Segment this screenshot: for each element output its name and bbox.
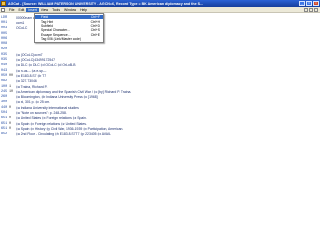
marc-tag: 440 bbox=[1, 105, 8, 110]
marc-tag: 043 bbox=[1, 68, 8, 73]
marc-field-value[interactable]: ‡a E183.8.S7 ‡b T7 bbox=[16, 74, 46, 78]
marc-field-value[interactable]: ‡a "Note on sources": p. 248-258. bbox=[16, 111, 67, 115]
marc-field-row[interactable]: 852 ‡a 2nd Floor - Circulating ‡h E183.8.… bbox=[0, 132, 320, 137]
insert-menu-item-shortcut: Ctrl+S bbox=[90, 28, 100, 33]
insert-menu-item-label: Tag Hint bbox=[41, 19, 54, 24]
window-title: AGCat - [Source: WILLIAM PATERSON UNIVER… bbox=[8, 1, 203, 6]
marc-field-value[interactable]: ‡a Indiana University international stud… bbox=[16, 106, 79, 110]
marc-tag: 651 bbox=[1, 116, 8, 121]
marc-tag: 651 bbox=[1, 121, 8, 126]
marc-field-value[interactable]: ‡a (OCoLC)43499172547 bbox=[16, 58, 55, 62]
marc-field-value[interactable]: ‡a (OCoLC)ocm7 bbox=[16, 53, 43, 57]
insert-menu-dropdown: Field Ctrl+F Tag Hint Ctrl+H Subfield Ctrl+D S… bbox=[34, 13, 104, 44]
doc-restore-button[interactable] bbox=[309, 7, 313, 12]
maximize-button[interactable]: □ bbox=[306, 1, 312, 6]
marc-tag: 100 bbox=[1, 84, 8, 89]
document-icon[interactable] bbox=[1, 7, 5, 12]
marc-field-value[interactable]: ‡a n-us--- ‡a e-sp--- bbox=[16, 69, 46, 73]
insert-menu-item-label: Tag 006 (Link/Master code) bbox=[41, 37, 81, 42]
marc-field-value[interactable]: ‡a United States ‡x Foreign relations ‡z… bbox=[16, 116, 87, 120]
marc-tag: 003 bbox=[1, 26, 8, 31]
marc-tag: 504 bbox=[1, 110, 8, 115]
marc-tag: 245 bbox=[1, 89, 8, 94]
title-bar: AGCat - [Source: WILLIAM PATERSON UNIVER… bbox=[0, 0, 320, 7]
marc-field-value[interactable]: OCoLC bbox=[16, 26, 27, 30]
marc-indicators: 0 bbox=[9, 126, 12, 131]
app-icon bbox=[1, 1, 6, 6]
insert-menu-item[interactable]: Tag 006 (Link/Master code) bbox=[35, 37, 103, 41]
window-controls: _ □ × bbox=[299, 1, 319, 6]
marc-field-value[interactable]: ‡a Spain ‡x Foreign relations ‡z United … bbox=[16, 122, 87, 126]
document-window-controls bbox=[304, 7, 318, 12]
marc-indicators: 0 bbox=[9, 116, 12, 121]
menu-tools[interactable]: Tools bbox=[50, 8, 62, 12]
doc-close-button[interactable] bbox=[314, 7, 318, 12]
marc-tag: 651 bbox=[1, 126, 8, 131]
marc-field-value[interactable]: ‡a 327.73046 bbox=[16, 79, 37, 83]
insert-menu-item-label: Escape Sequence... bbox=[41, 32, 71, 37]
minimize-button[interactable]: _ bbox=[299, 1, 305, 6]
menu-window[interactable]: Window bbox=[62, 8, 78, 12]
insert-menu-item-label: Special Character... bbox=[41, 28, 70, 33]
marc-record-editor[interactable]: LDR00000nam a2200000 a 4500001ocm1003OCo… bbox=[0, 13, 320, 240]
marc-tag: 040 bbox=[1, 63, 8, 68]
menu-view[interactable]: View bbox=[39, 8, 50, 12]
insert-menu-item-shortcut: Ctrl+F bbox=[90, 15, 100, 20]
marc-field-value[interactable]: ‡a DLC ‡c DLC ‡d OCoLC ‡d OrLoB-B bbox=[16, 63, 76, 67]
insert-menu-item-shortcut: Ctrl+D bbox=[90, 23, 100, 28]
marc-tag: 035 bbox=[1, 52, 8, 57]
menu-insert[interactable]: Insert bbox=[26, 7, 39, 12]
marc-field-value[interactable]: ‡a American diplomacy and the Spanish Ci… bbox=[16, 90, 131, 94]
marc-tag: 008 bbox=[1, 42, 8, 47]
menu-file[interactable]: File bbox=[7, 8, 16, 12]
marc-indicators: 00 bbox=[9, 73, 14, 78]
marc-tag: 020 bbox=[1, 47, 8, 52]
doc-minimize-button[interactable] bbox=[304, 7, 308, 12]
marc-indicators: 10 bbox=[9, 89, 14, 94]
marc-field-value[interactable]: ‡a 2nd Floor - Circulating ‡h E183.8.S7T… bbox=[16, 132, 111, 136]
marc-field-value[interactable]: ocm1 bbox=[16, 21, 24, 25]
close-button[interactable]: × bbox=[313, 1, 319, 6]
marc-field-value[interactable]: ‡a xi, 301 p. ‡c 25 cm. bbox=[16, 100, 50, 104]
marc-field-value[interactable]: ‡a Spain ‡x History ‡y Civil War, 1936-1… bbox=[16, 127, 123, 131]
marc-indicators: 0 bbox=[9, 105, 12, 110]
insert-menu-item-shortcut: Ctrl+H bbox=[90, 19, 100, 24]
marc-tag: LDR bbox=[1, 15, 8, 20]
marc-field-value[interactable]: ‡a Traina, Richard P. bbox=[16, 85, 47, 89]
marc-tag: 852 bbox=[1, 132, 8, 137]
marc-tag: 005 bbox=[1, 31, 8, 36]
menu-help[interactable]: Help bbox=[78, 8, 89, 12]
marc-indicators: 1 bbox=[9, 84, 12, 89]
menu-edit[interactable]: Edit bbox=[16, 8, 26, 12]
marc-tag: 082 bbox=[1, 79, 8, 84]
marc-tag: 260 bbox=[1, 95, 8, 100]
insert-menu-item-label: Field bbox=[41, 15, 49, 20]
marc-tag: 300 bbox=[1, 100, 8, 105]
marc-tag: 050 bbox=[1, 73, 8, 78]
insert-menu-item-shortcut: Ctrl+E bbox=[90, 32, 100, 37]
insert-menu-item-label: Subfield bbox=[41, 23, 53, 28]
marc-tag: 035 bbox=[1, 58, 8, 63]
marc-tag: 006 bbox=[1, 36, 8, 41]
marc-tag: 001 bbox=[1, 20, 8, 25]
marc-indicators: 0 bbox=[9, 121, 12, 126]
marc-field-value[interactable]: ‡a Bloomington, ‡b Indiana University Pr… bbox=[16, 95, 98, 99]
